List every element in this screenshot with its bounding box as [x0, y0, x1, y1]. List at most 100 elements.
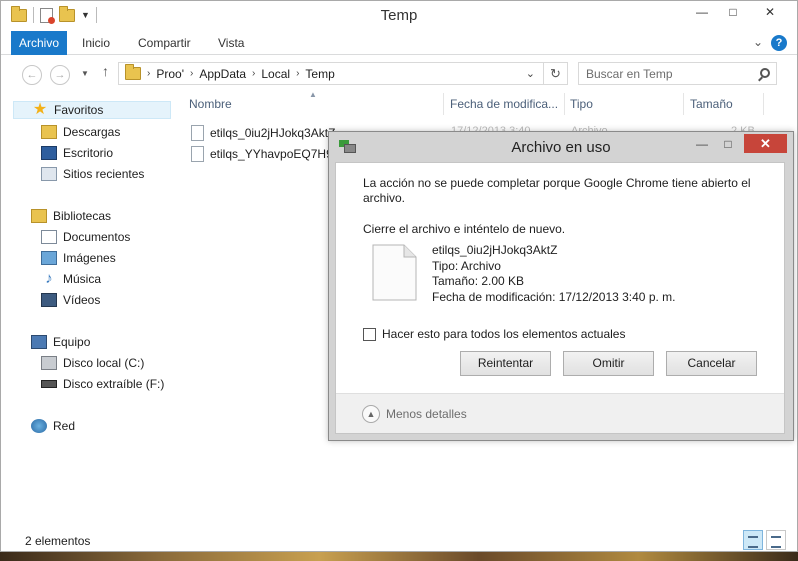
file-in-use-dialog: Archivo en uso — □ ✕ La acción no se pue… — [328, 131, 794, 441]
column-nombre[interactable]: Nombre — [189, 97, 232, 111]
folder-icon — [125, 64, 141, 80]
nav-disco-extraible[interactable]: Disco extraíble (F:) — [41, 375, 164, 393]
apply-to-all-checkbox[interactable]: Hacer esto para todos los elementos actu… — [363, 327, 625, 341]
maximize-icon[interactable]: □ — [715, 135, 741, 153]
window-title: Temp — [380, 7, 418, 24]
dialog-message: La acción no se puede completar porque G… — [363, 176, 751, 205]
column-divider[interactable] — [443, 93, 444, 115]
cancel-button[interactable]: Cancelar — [666, 351, 757, 376]
nav-label: Disco extraíble (F:) — [63, 377, 165, 391]
info-file-type: Tipo: Archivo — [432, 258, 501, 273]
nav-documentos[interactable]: Documentos — [41, 228, 130, 246]
details-view-icon[interactable] — [743, 530, 763, 550]
chevron-right-icon[interactable]: › — [296, 68, 299, 79]
checkbox-label: Hacer esto para todos los elementos actu… — [382, 327, 626, 341]
info-file-date: Fecha de modificación: 17/12/2013 3:40 p… — [432, 289, 676, 304]
file-icon — [191, 146, 204, 162]
help-icon[interactable]: ? — [771, 35, 787, 51]
downloads-icon — [41, 125, 57, 139]
minimize-icon[interactable]: — — [689, 135, 715, 153]
breadcrumb-appdata[interactable]: AppData — [199, 67, 246, 81]
large-file-icon — [372, 244, 417, 301]
file-info: etilqs_0iu2jHJokq3AktZ Tipo: Archivo Tam… — [432, 243, 676, 305]
less-details-label: Menos detalles — [386, 407, 467, 421]
column-tipo[interactable]: Tipo — [570, 97, 593, 111]
nav-equipo[interactable]: Equipo — [31, 333, 90, 351]
nav-descargas[interactable]: Descargas — [41, 123, 120, 141]
recent-locations-icon[interactable]: ▼ — [81, 69, 89, 78]
back-icon[interactable]: ← — [22, 65, 42, 85]
chevron-up-icon[interactable]: ▲ — [362, 405, 380, 423]
pictures-icon — [41, 251, 57, 265]
column-divider[interactable] — [763, 93, 764, 115]
minimize-icon[interactable]: — — [687, 1, 717, 23]
nav-label: Escritorio — [63, 146, 114, 160]
nav-videos[interactable]: Vídeos — [41, 291, 100, 309]
recent-places-icon — [41, 167, 57, 181]
breadcrumb-local[interactable]: Local — [261, 67, 290, 81]
chevron-right-icon[interactable]: › — [190, 68, 193, 79]
up-arrow-icon[interactable]: ↑ — [102, 63, 109, 79]
star-icon: ★ — [32, 101, 48, 118]
nav-escritorio[interactable]: Escritorio — [41, 144, 113, 162]
maximize-icon[interactable]: □ — [718, 1, 748, 23]
nav-label: Documentos — [63, 230, 131, 244]
nav-label: Equipo — [53, 335, 91, 349]
chevron-right-icon[interactable]: › — [252, 68, 255, 79]
libraries-icon — [31, 209, 47, 223]
file-name: etilqs_YYhavpoEQ7H9J — [210, 147, 339, 161]
title-bar: ▼ Temp — □ ✕ — [1, 1, 797, 31]
skip-button[interactable]: Omitir — [563, 351, 654, 376]
dialog-footer: ▲ Menos detalles — [336, 393, 784, 433]
nav-label: Red — [53, 419, 76, 433]
file-row[interactable]: etilqs_YYhavpoEQ7H9J — [191, 144, 339, 164]
column-tamano[interactable]: Tamaño — [690, 97, 733, 111]
file-row[interactable]: etilqs_0iu2jHJokq3AktZ — [191, 123, 335, 143]
navigation-bar: ← → ▼ ↑ › Proo' › AppData › Local › Temp… — [1, 57, 797, 89]
file-name: etilqs_0iu2jHJokq3AktZ — [210, 126, 336, 140]
tab-inicio[interactable]: Inicio — [82, 31, 110, 55]
checkbox-box[interactable] — [363, 327, 376, 341]
nav-label: Disco local (C:) — [63, 356, 145, 370]
videos-icon — [41, 293, 57, 307]
nav-sitios-recientes[interactable]: Sitios recientes — [41, 165, 144, 183]
column-divider[interactable] — [683, 93, 684, 115]
search-icon[interactable] — [760, 68, 770, 78]
tab-archivo[interactable]: Archivo — [11, 31, 67, 55]
search-input[interactable]: Buscar en Temp — [578, 62, 777, 85]
retry-button[interactable]: Reintentar — [460, 351, 551, 376]
info-file-size: Tamaño: 2.00 KB — [432, 274, 525, 288]
close-icon[interactable]: ✕ — [744, 134, 787, 153]
desktop-icon — [41, 146, 57, 160]
file-icon — [191, 125, 204, 141]
tab-compartir[interactable]: Compartir — [138, 31, 191, 55]
nav-label: Bibliotecas — [53, 209, 112, 223]
nav-red[interactable]: Red — [31, 417, 75, 435]
forward-icon[interactable]: → — [50, 65, 70, 85]
ribbon-tabs: Archivo Inicio Compartir Vista ⌄ ? — [1, 31, 797, 55]
info-file-name: etilqs_0iu2jHJokq3AktZ — [432, 243, 558, 257]
chevron-right-icon[interactable]: › — [147, 68, 150, 79]
nav-musica[interactable]: ♪ Música — [41, 270, 101, 288]
address-bar[interactable]: › Proo' › AppData › Local › Temp ⌄ ↻ — [118, 62, 568, 85]
nav-imagenes[interactable]: Imágenes — [41, 249, 116, 267]
breadcrumb-temp[interactable]: Temp — [305, 67, 334, 81]
column-divider[interactable] — [564, 93, 565, 115]
refresh-icon[interactable]: ↻ — [543, 63, 567, 84]
column-fecha[interactable]: Fecha de modifica... — [450, 97, 558, 111]
computer-icon — [31, 335, 47, 349]
large-icons-view-icon[interactable] — [766, 530, 786, 550]
less-details-toggle[interactable]: ▲ Menos detalles — [362, 405, 467, 423]
nav-bibliotecas[interactable]: Bibliotecas — [31, 207, 111, 225]
expand-ribbon-icon[interactable]: ⌄ — [753, 35, 763, 49]
taskbar-strip — [0, 552, 798, 561]
network-icon — [31, 419, 47, 433]
navigation-pane: ★ Favoritos Descargas Escritorio Sitios … — [1, 91, 171, 511]
dialog-body: La acción no se puede completar porque G… — [335, 162, 785, 434]
close-icon[interactable]: ✕ — [755, 1, 785, 23]
breadcrumb-proo[interactable]: Proo' — [156, 67, 184, 81]
address-dropdown-icon[interactable]: ⌄ — [526, 67, 535, 80]
nav-favoritos[interactable]: ★ Favoritos — [13, 101, 171, 119]
tab-vista[interactable]: Vista — [218, 31, 244, 55]
nav-disco-local[interactable]: Disco local (C:) — [41, 354, 144, 372]
